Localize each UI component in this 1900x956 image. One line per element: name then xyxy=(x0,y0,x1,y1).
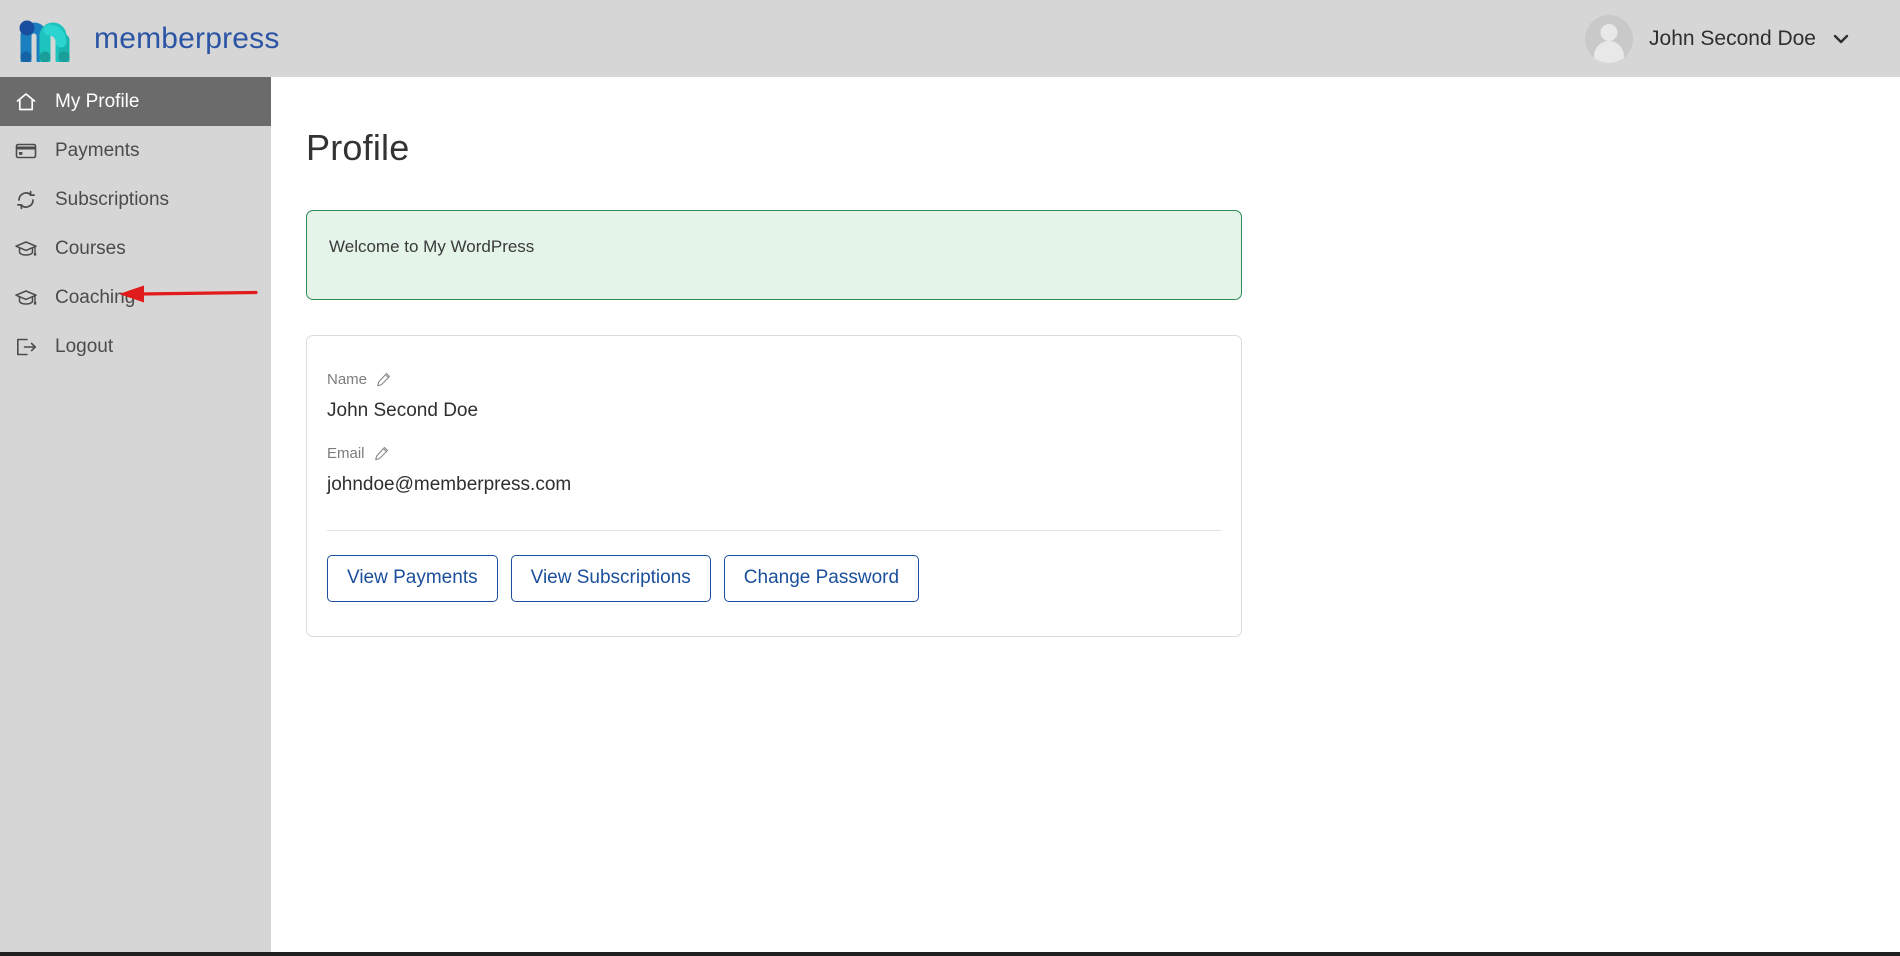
sidebar-item-label: Payments xyxy=(55,139,140,161)
user-name: John Second Doe xyxy=(1649,26,1816,50)
sidebar-item-coaching[interactable]: Coaching xyxy=(0,273,271,322)
change-password-button[interactable]: Change Password xyxy=(723,555,920,602)
graduation-cap-icon xyxy=(13,285,39,311)
bottom-scrollbar[interactable] xyxy=(0,952,1900,956)
user-menu[interactable]: John Second Doe xyxy=(1585,14,1856,63)
pencil-icon[interactable] xyxy=(374,446,389,461)
brand[interactable]: memberpress xyxy=(18,16,280,62)
user-avatar-icon xyxy=(1585,14,1634,63)
sidebar-item-label: Courses xyxy=(55,237,126,259)
sidebar-item-logout[interactable]: Logout xyxy=(0,322,271,371)
home-icon xyxy=(13,89,39,115)
field-email-label-row: Email xyxy=(327,445,1221,462)
welcome-notice: Welcome to My WordPress xyxy=(306,210,1242,300)
memberpress-m-logo-icon xyxy=(18,16,80,62)
sidebar-item-label: Logout xyxy=(55,335,114,357)
field-name: Name John Second Doe xyxy=(327,371,1221,422)
card-divider xyxy=(327,530,1221,531)
page-title: Profile xyxy=(306,127,410,168)
credit-card-icon xyxy=(13,138,39,164)
sidebar-item-my-profile[interactable]: My Profile xyxy=(0,77,271,126)
main-content: Profile Welcome to My WordPress Name Joh… xyxy=(271,77,1900,956)
chevron-down-icon[interactable] xyxy=(1832,30,1850,48)
graduation-cap-icon xyxy=(13,236,39,262)
profile-card: Name John Second Doe Email johndoe@membe… xyxy=(306,335,1242,637)
field-name-label-row: Name xyxy=(327,371,1221,388)
sidebar-item-subscriptions[interactable]: Subscriptions xyxy=(0,175,271,224)
field-label-text: Email xyxy=(327,445,365,462)
sidebar-item-label: My Profile xyxy=(55,90,140,112)
top-header: memberpress John Second Doe xyxy=(0,0,1900,77)
view-subscriptions-button[interactable]: View Subscriptions xyxy=(510,555,711,602)
field-label-text: Name xyxy=(327,371,368,388)
view-payments-button[interactable]: View Payments xyxy=(327,555,498,602)
profile-action-buttons: View Payments View Subscriptions Change … xyxy=(327,555,1221,602)
brand-name: memberpress xyxy=(94,21,280,55)
sidebar-item-label: Subscriptions xyxy=(55,188,170,210)
sidebar-item-payments[interactable]: Payments xyxy=(0,126,271,175)
app-root: memberpress John Second Doe My Profile P… xyxy=(0,0,1900,956)
sidebar-item-label: Coaching xyxy=(55,286,136,308)
sidebar: My Profile Payments Subscriptions Course… xyxy=(0,77,271,956)
field-email: Email johndoe@memberpress.com xyxy=(327,445,1221,496)
field-email-value: johndoe@memberpress.com xyxy=(327,474,572,495)
pencil-icon[interactable] xyxy=(376,372,391,387)
field-name-value: John Second Doe xyxy=(327,400,479,421)
logout-icon xyxy=(13,334,39,360)
refresh-cycle-icon xyxy=(13,187,39,213)
sidebar-item-courses[interactable]: Courses xyxy=(0,224,271,273)
welcome-notice-text: Welcome to My WordPress xyxy=(329,237,535,256)
